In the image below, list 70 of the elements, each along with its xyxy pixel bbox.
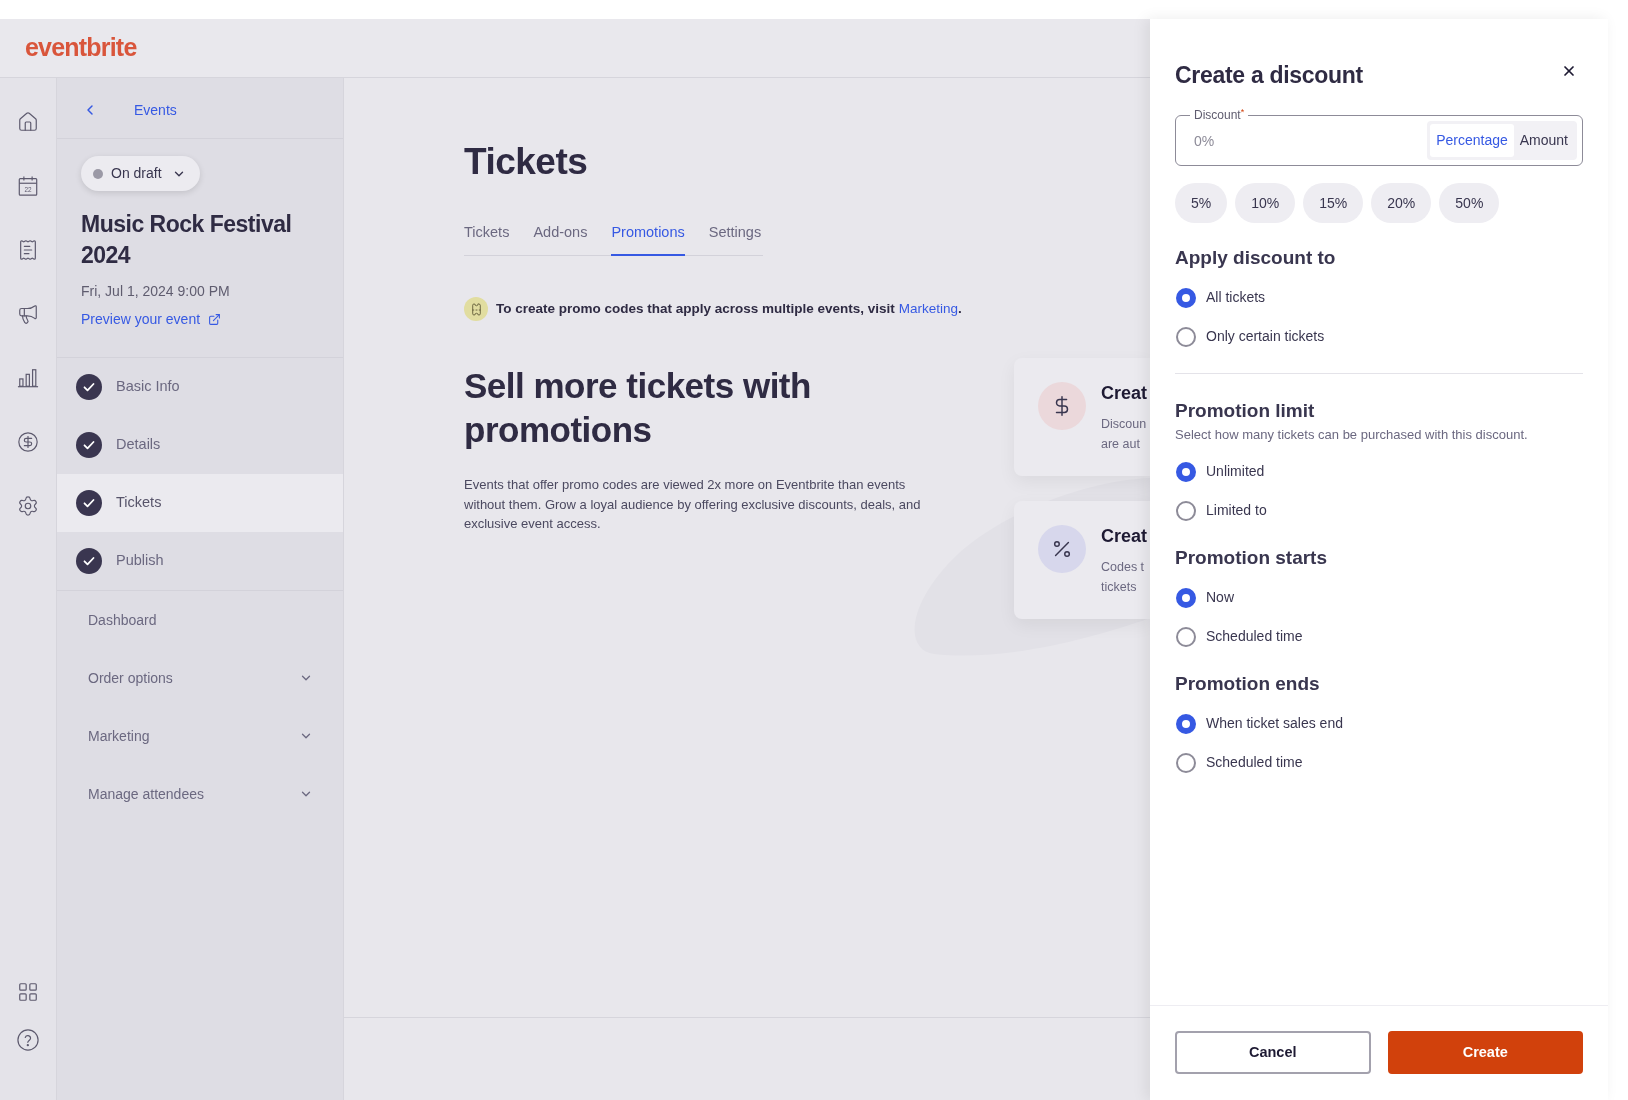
section-title: Promotion limit: [1175, 399, 1316, 423]
preset-button[interactable]: 50%: [1439, 183, 1500, 223]
cancel-button[interactable]: Cancel: [1175, 1031, 1371, 1074]
ticket-icon: [464, 297, 488, 321]
menu-item[interactable]: Dashboard: [57, 591, 343, 649]
radio-button[interactable]: [1176, 500, 1196, 521]
promo-card[interactable]: Creat Discoun are aut: [1014, 358, 1150, 476]
status-dropdown[interactable]: On draft: [81, 156, 200, 191]
tab[interactable]: Promotions: [611, 222, 685, 256]
notice-link[interactable]: Marketing: [898, 301, 958, 316]
section-description: Events that offer promo codes are viewed 2x more on Eventbrite than events without them. Grow a loyal audience by offering exclusive discounts, deals, and exclusive event access.: [464, 476, 922, 533]
panel-title: Create a discount: [1175, 61, 1363, 90]
event-date: Fri, Jul 1, 2024 9:00 PM: [81, 282, 231, 300]
option-label[interactable]: Limited to: [1206, 500, 1267, 521]
radio-button[interactable]: [1176, 752, 1196, 773]
megaphone-icon[interactable]: [17, 303, 39, 325]
section-heading: Sell more tickets with promotions: [464, 365, 812, 451]
tab[interactable]: Tickets: [464, 222, 510, 256]
apps-grid-icon[interactable]: [17, 981, 39, 1003]
menu-item[interactable]: Order options: [57, 649, 343, 707]
help-icon[interactable]: [17, 1029, 39, 1051]
option-label[interactable]: Scheduled time: [1206, 752, 1303, 773]
option-label[interactable]: When ticket sales end: [1206, 713, 1343, 734]
external-link-icon: [208, 312, 222, 326]
step-item[interactable]: Tickets: [57, 474, 343, 532]
option-label[interactable]: Now: [1206, 587, 1234, 608]
preset-button[interactable]: 15%: [1303, 183, 1364, 223]
option-label[interactable]: All tickets: [1206, 287, 1266, 308]
card-text: Discoun: [1101, 416, 1148, 433]
preset-button[interactable]: 20%: [1371, 183, 1432, 223]
menu-item[interactable]: Manage attendees: [57, 765, 343, 823]
menu-item[interactable]: Marketing: [57, 707, 343, 765]
notice-text: To create promo codes that apply across multiple events, visit Marketing.: [496, 300, 962, 318]
bar-chart-icon[interactable]: [17, 367, 39, 389]
dollar-circle-icon[interactable]: [17, 431, 39, 453]
option-label[interactable]: Scheduled time: [1206, 626, 1303, 647]
option-label[interactable]: Only certain tickets: [1206, 326, 1325, 347]
card-text: are aut: [1101, 436, 1141, 453]
card-text: tickets: [1101, 579, 1138, 596]
radio-button[interactable]: [1176, 713, 1196, 734]
tab[interactable]: Add-ons: [533, 222, 588, 256]
section-hint: Select how many tickets can be purchased with this discount.: [1175, 426, 1529, 444]
radio-button[interactable]: [1176, 626, 1196, 647]
settings-icon[interactable]: [17, 495, 39, 517]
radio-button[interactable]: [1176, 287, 1196, 308]
radio-button[interactable]: [1176, 461, 1196, 482]
page-title: Tickets: [464, 140, 588, 184]
home-icon[interactable]: [17, 111, 39, 133]
back-link[interactable]: Events: [82, 99, 177, 121]
preview-link[interactable]: Preview your event: [81, 310, 222, 328]
radio-button[interactable]: [1176, 587, 1196, 608]
create-button[interactable]: Create: [1387, 1031, 1583, 1074]
preset-button[interactable]: 10%: [1235, 183, 1296, 223]
unit-option[interactable]: Amount: [1513, 124, 1574, 157]
section-title: Promotion starts: [1175, 546, 1329, 570]
event-title: Music Rock Festival 2024: [81, 210, 293, 270]
section-title: Promotion ends: [1175, 672, 1321, 696]
close-icon: [1561, 63, 1577, 79]
radio-button[interactable]: [1176, 326, 1196, 347]
receipt-icon[interactable]: [17, 239, 39, 261]
card-text: Codes t: [1101, 559, 1146, 576]
card-title: Creat: [1101, 525, 1148, 547]
unit-option[interactable]: Percentage: [1430, 124, 1514, 157]
option-label[interactable]: Unlimited: [1206, 461, 1265, 482]
card-title: Creat: [1101, 382, 1148, 404]
discount-input[interactable]: 0%: [1194, 128, 1420, 153]
promo-card[interactable]: Creat Codes t tickets: [1014, 501, 1150, 619]
tab[interactable]: Settings: [708, 222, 762, 256]
section-title: Apply discount to: [1175, 246, 1337, 270]
preset-button[interactable]: 5%: [1175, 183, 1228, 223]
